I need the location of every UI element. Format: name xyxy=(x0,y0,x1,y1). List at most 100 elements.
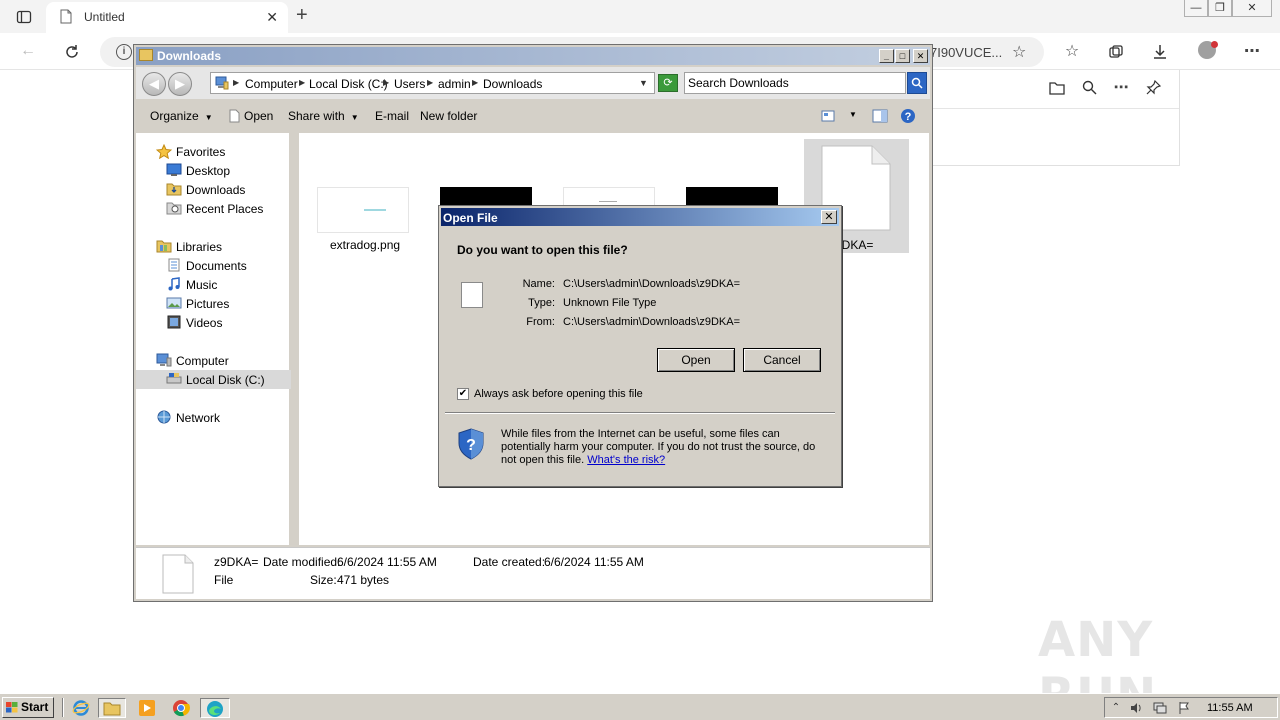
cancel-button[interactable]: Cancel xyxy=(743,348,821,372)
downloads-icon[interactable] xyxy=(1149,41,1171,63)
new-folder-command[interactable]: New folder xyxy=(420,109,477,123)
internet-explorer-icon[interactable] xyxy=(70,698,92,718)
site-info-icon[interactable]: i xyxy=(116,44,132,60)
address-text: 7I90VUCE... xyxy=(930,45,1003,60)
nav-network[interactable]: Network xyxy=(156,409,286,427)
organize-menu[interactable]: Organize ▼ xyxy=(150,109,213,123)
details-pane: z9DKA= Date modified: 6/6/2024 11:55 AM … xyxy=(136,547,930,599)
videos-icon xyxy=(166,315,182,329)
nav-local-disk[interactable]: Local Disk (C:) xyxy=(136,370,291,389)
nav-downloads[interactable]: Downloads xyxy=(166,181,286,199)
nav-pictures[interactable]: Pictures xyxy=(166,295,286,313)
details-size-label: Size: xyxy=(310,573,337,587)
nav-computer[interactable]: Computer xyxy=(156,352,286,370)
explorer-close-button[interactable]: ✕ xyxy=(913,49,928,63)
dialog-titlebar[interactable]: Open File ✕ xyxy=(441,208,839,226)
explorer-titlebar[interactable]: Downloads _ □ ✕ xyxy=(136,47,930,65)
browser-tab[interactable]: Untitled ✕ xyxy=(46,2,288,33)
explorer-back-button[interactable]: ◀ xyxy=(142,72,166,96)
breadcrumb-computer[interactable]: Computer xyxy=(245,77,298,91)
details-created-label: Date created: xyxy=(473,555,546,569)
file-name[interactable]: extradog.png xyxy=(330,238,400,252)
details-modified-label: Date modified: xyxy=(263,555,341,569)
share-with-menu[interactable]: Share with ▼ xyxy=(288,109,359,123)
whats-the-risk-link[interactable]: What's the risk? xyxy=(587,454,665,466)
nav-desktop[interactable]: Desktop xyxy=(166,162,286,180)
open-button[interactable]: Open xyxy=(657,348,735,372)
network-tray-icon[interactable] xyxy=(1153,701,1167,715)
chrome-icon[interactable] xyxy=(170,698,192,718)
search-downloads-icon[interactable] xyxy=(1079,78,1099,98)
more-menu-icon[interactable]: ⋯ xyxy=(1241,41,1263,63)
tray-expand-icon[interactable]: ⌃ xyxy=(1109,701,1123,715)
nav-music[interactable]: Music xyxy=(166,276,286,294)
breadcrumb-local-disk[interactable]: Local Disk (C:) xyxy=(309,77,388,91)
action-center-flag-icon[interactable] xyxy=(1177,701,1191,715)
explorer-taskbar-icon[interactable] xyxy=(98,698,126,718)
open-folder-icon[interactable] xyxy=(1047,78,1067,98)
breadcrumb-users[interactable]: Users xyxy=(394,77,425,91)
open-command[interactable]: Open xyxy=(244,109,273,123)
dialog-type-value: Unknown File Type xyxy=(563,297,657,309)
windows-logo-icon xyxy=(6,702,18,713)
tab-close-icon[interactable]: ✕ xyxy=(266,9,278,26)
open-file-icon xyxy=(229,109,240,126)
nav-favorites[interactable]: Favorites xyxy=(155,143,286,161)
details-file-type: File xyxy=(214,573,234,587)
breadcrumb[interactable]: ▶ Computer ▶ Local Disk (C:) ▶ Users ▶ a… xyxy=(210,72,655,94)
file-thumbnail[interactable] xyxy=(317,187,409,233)
svg-text:?: ? xyxy=(905,111,912,123)
explorer-maximize-button[interactable]: □ xyxy=(895,49,910,63)
computer-icon xyxy=(156,353,172,367)
edge-taskbar-icon[interactable] xyxy=(200,698,230,718)
window-close-button[interactable]: ✕ xyxy=(1232,0,1272,17)
add-favorite-icon[interactable]: ☆ xyxy=(1012,42,1026,62)
clock[interactable]: 11:55 AM xyxy=(1207,702,1253,714)
collections-icon[interactable] xyxy=(1105,41,1127,63)
explorer-forward-button[interactable]: ▶ xyxy=(168,72,192,96)
dialog-name-value: C:\Users\admin\Downloads\z9DKA= xyxy=(563,278,740,290)
refresh-icon[interactable] xyxy=(60,40,84,64)
breadcrumb-admin[interactable]: admin xyxy=(438,77,471,91)
tab-actions-icon[interactable] xyxy=(10,7,38,27)
pin-icon[interactable] xyxy=(1143,78,1163,98)
search-icon[interactable] xyxy=(907,72,927,94)
search-input[interactable] xyxy=(688,75,878,91)
volume-icon[interactable] xyxy=(1129,701,1143,715)
nav-videos[interactable]: Videos xyxy=(166,314,286,332)
start-button[interactable]: Start xyxy=(2,697,54,718)
star-icon xyxy=(155,143,173,160)
back-icon[interactable]: ← xyxy=(16,40,40,64)
dialog-warning-text: While files from the Internet can be use… xyxy=(501,428,816,466)
dialog-title: Open File xyxy=(443,211,498,225)
favorites-icon[interactable]: ☆ xyxy=(1061,41,1083,63)
explorer-minimize-button[interactable]: _ xyxy=(879,49,894,63)
email-command[interactable]: E-mail xyxy=(375,109,409,123)
preview-pane-icon[interactable] xyxy=(872,109,888,126)
taskbar: Start ⌃ 11:55 AM xyxy=(0,693,1280,720)
panel-divider xyxy=(933,108,1179,109)
new-tab-icon[interactable]: + xyxy=(296,4,308,27)
details-size-value: 471 bytes xyxy=(337,573,390,587)
nav-recent-places[interactable]: Recent Places xyxy=(166,200,286,218)
window-maximize-button[interactable]: ❐ xyxy=(1208,0,1232,17)
dialog-type-label: Type: xyxy=(528,297,555,309)
nav-documents[interactable]: Documents xyxy=(166,257,286,275)
always-ask-checkbox[interactable]: ✔ xyxy=(457,388,469,400)
breadcrumb-downloads[interactable]: Downloads xyxy=(483,77,542,91)
window-minimize-button[interactable]: — xyxy=(1184,0,1208,17)
downloads-more-icon[interactable]: ⋯ xyxy=(1111,78,1131,98)
search-field[interactable] xyxy=(684,72,906,94)
command-bar: Organize ▼ Open Share with ▼ E-mail New fo… xyxy=(136,101,930,131)
dialog-close-button[interactable]: ✕ xyxy=(821,210,837,224)
tab-title: Untitled xyxy=(84,10,125,24)
open-file-dialog: Open File ✕ Do you want to open this fil… xyxy=(438,205,842,487)
explorer-refresh-icon[interactable]: ⟳ xyxy=(658,74,678,92)
help-icon[interactable]: ? xyxy=(900,108,916,127)
view-dropdown-icon[interactable]: ▼ xyxy=(849,110,857,119)
media-player-icon[interactable] xyxy=(136,698,158,718)
nav-libraries[interactable]: Libraries xyxy=(156,238,286,256)
breadcrumb-dropdown-icon[interactable]: ▼ xyxy=(639,78,648,88)
change-view-icon[interactable] xyxy=(821,110,835,125)
computer-small-icon xyxy=(215,76,229,93)
